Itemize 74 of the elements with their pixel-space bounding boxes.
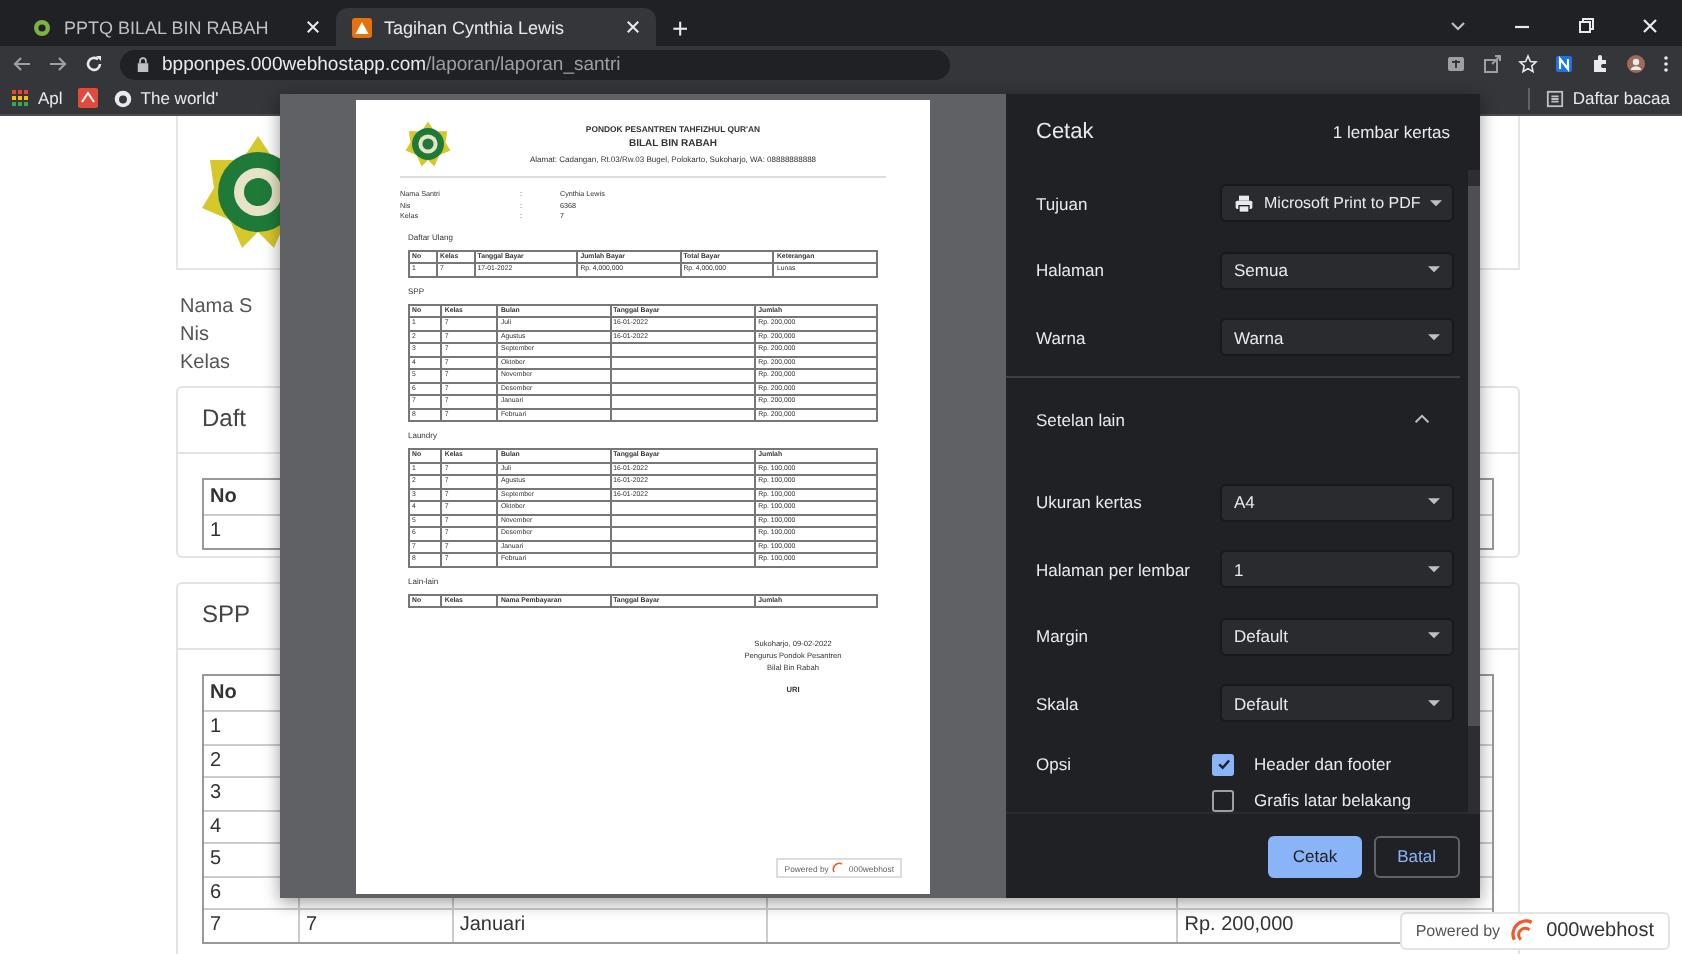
field-label: Nama S: [180, 294, 253, 322]
more-icon[interactable]: [1662, 54, 1670, 74]
close-icon[interactable]: [306, 20, 320, 34]
close-icon[interactable]: [1640, 16, 1660, 36]
caret-icon: [1428, 565, 1440, 574]
dialog-title: Cetak: [1036, 120, 1094, 144]
setting-label: Warna: [1036, 327, 1088, 348]
caret-icon: [1428, 632, 1440, 641]
chevron-down-icon[interactable]: [1448, 16, 1468, 36]
setting-label: Tujuan: [1036, 193, 1090, 214]
back-arrow-icon[interactable]: [12, 54, 32, 74]
caret-icon: [1428, 699, 1440, 708]
setting-label: Ukuran kertas: [1036, 492, 1144, 513]
checkbox[interactable]: [1212, 789, 1234, 811]
table-cell: 7: [204, 910, 300, 941]
powered-by-badge[interactable]: Powered by 000webhost: [1399, 912, 1670, 950]
profile-avatar-icon[interactable]: [1626, 54, 1646, 74]
dropdown[interactable]: 1: [1220, 550, 1454, 589]
setting-label: Margin: [1036, 626, 1090, 647]
card-title: Daft: [202, 404, 247, 432]
bookmark-favicon-icon[interactable]: [78, 88, 99, 108]
swoosh-logo-icon: [1510, 918, 1537, 944]
list-icon: [1546, 89, 1565, 107]
sheet-count: 1 lembar kertas: [1332, 122, 1450, 142]
reload-icon[interactable]: [84, 54, 104, 74]
dropdown[interactable]: Semua: [1220, 251, 1454, 290]
setting-label: Skala: [1036, 693, 1081, 714]
caret-icon: [1430, 199, 1443, 208]
star-icon[interactable]: [1518, 54, 1538, 74]
forward-arrow-icon[interactable]: [48, 54, 68, 74]
table-cell: Januari: [459, 914, 526, 937]
bookmark-link[interactable]: The world': [114, 88, 219, 108]
print-button[interactable]: Cetak: [1268, 835, 1362, 877]
new-tab-button[interactable]: +: [656, 8, 705, 46]
extension-icon[interactable]: [1554, 54, 1574, 74]
restore-icon[interactable]: [1576, 16, 1596, 36]
swoosh-logo-icon: [832, 862, 845, 874]
lock-icon: [136, 55, 150, 73]
reading-list-button[interactable]: Daftar bacaa: [1546, 88, 1670, 108]
caret-icon: [1428, 266, 1440, 275]
checkbox-label: Grafis latar belakang: [1254, 790, 1411, 810]
emblem-logo-icon: [404, 120, 452, 168]
apps-grid-icon: [12, 89, 30, 107]
scrollbar[interactable]: [1468, 170, 1480, 814]
setting-label: Opsi: [1036, 753, 1073, 773]
setting-label: Halaman per lembar: [1036, 559, 1193, 580]
table-cell: Rp. 200,000: [1184, 914, 1294, 937]
card-title: SPP: [202, 600, 251, 628]
browser-tab[interactable]: PPTQ BILAL BIN RABAH: [16, 8, 336, 46]
chevron-icon: [1414, 414, 1430, 424]
more-settings-toggle[interactable]: Setelan lain: [1006, 377, 1460, 461]
table-cell: 7: [305, 914, 317, 937]
close-icon[interactable]: [626, 20, 640, 34]
setting-label: Halaman: [1036, 260, 1107, 281]
bookmark-link[interactable]: Apl: [12, 88, 63, 108]
cancel-button[interactable]: Batal: [1373, 835, 1460, 877]
dropdown[interactable]: Warna: [1220, 318, 1454, 357]
printer-icon: [1234, 193, 1254, 214]
triangle-favicon-icon: [352, 17, 372, 37]
checkbox-label: Header dan footer: [1254, 754, 1392, 774]
caret-icon: [1428, 498, 1440, 507]
field-label: Nis: [180, 322, 209, 350]
browser-tab[interactable]: Tagihan Cynthia Lewis: [336, 8, 656, 46]
address-bar[interactable]: bpponpes.000webhostapp.com/laporan/laporan_santri: [120, 49, 950, 79]
checkbox[interactable]: [1212, 753, 1234, 775]
puzzle-icon[interactable]: [1590, 54, 1610, 74]
dropdown[interactable]: Default: [1220, 684, 1454, 723]
dropdown[interactable]: Microsoft Print to PDF: [1220, 184, 1454, 223]
field-label: Kelas: [180, 350, 231, 378]
share-icon[interactable]: [1482, 54, 1502, 74]
caret-icon: [1428, 333, 1440, 342]
dropdown[interactable]: Default: [1220, 617, 1454, 656]
translate-icon[interactable]: [1446, 54, 1466, 74]
dropdown[interactable]: A4: [1220, 483, 1454, 522]
